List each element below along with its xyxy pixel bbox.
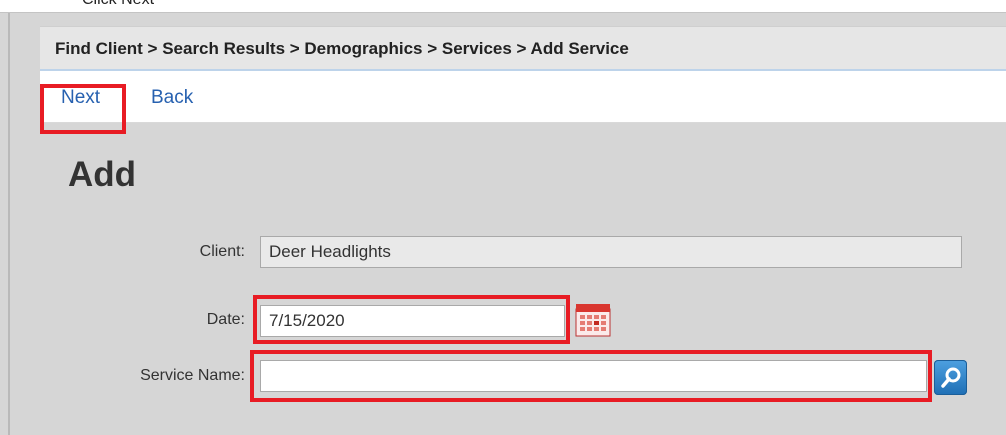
back-link[interactable]: Back: [151, 87, 193, 109]
next-link[interactable]: Next: [61, 87, 100, 109]
instruction-caption: Click Next: [82, 0, 154, 9]
action-bar: Next Back: [40, 71, 1006, 123]
client-label: Client:: [199, 243, 245, 260]
client-field[interactable]: [260, 236, 962, 268]
breadcrumb: Find Client > Search Results > Demograph…: [55, 39, 629, 58]
page-title: Add: [68, 155, 137, 194]
service-name-field[interactable]: [260, 360, 927, 392]
service-name-label: Service Name:: [140, 367, 245, 384]
breadcrumb-bar: Find Client > Search Results > Demograph…: [40, 26, 1006, 71]
calendar-icon[interactable]: [575, 303, 611, 337]
date-field[interactable]: [260, 305, 565, 337]
date-label: Date:: [206, 311, 245, 328]
magnifier-lookup-icon: [941, 367, 961, 388]
service-lookup-button[interactable]: [934, 360, 967, 395]
